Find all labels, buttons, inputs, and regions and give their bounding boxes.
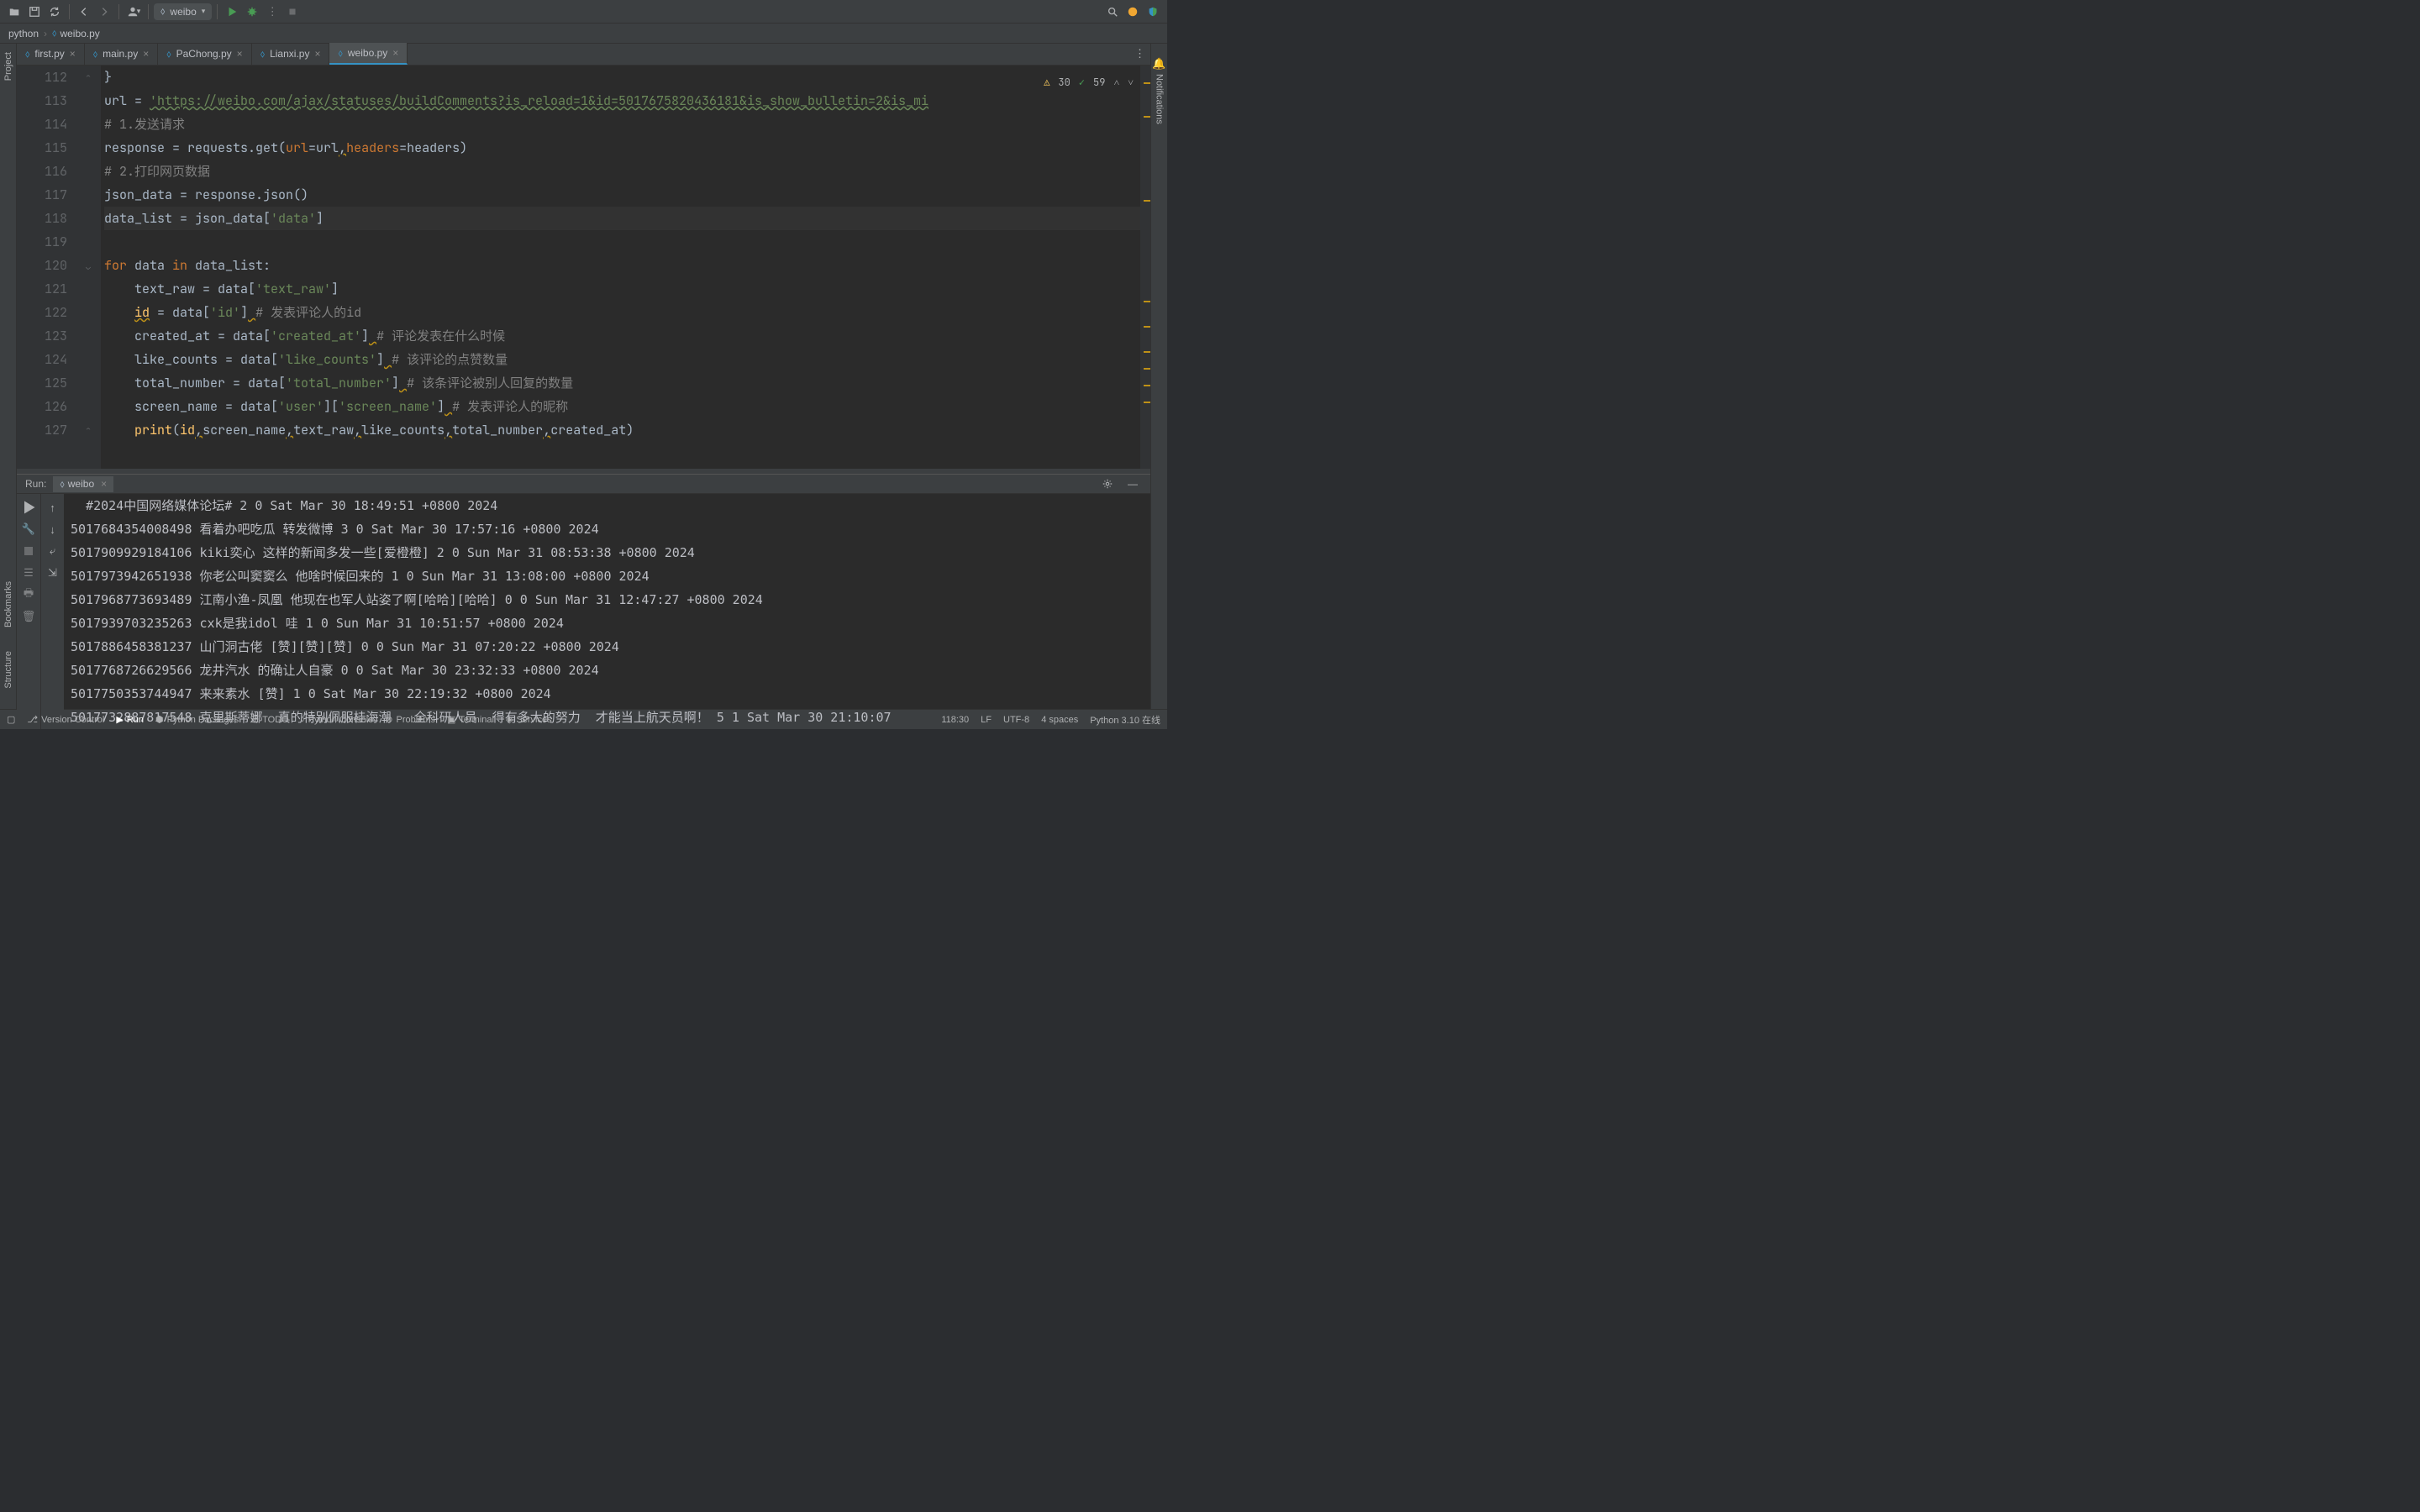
debug-icon[interactable]	[243, 3, 261, 21]
scroll-icon[interactable]: ⇲	[45, 564, 61, 581]
run-title: Run:	[25, 478, 46, 490]
run-config-selector[interactable]: ⬨ weibo ▾	[154, 3, 212, 20]
warning-count: 30	[1058, 71, 1070, 94]
services-button[interactable]: ◈Services	[506, 714, 552, 725]
console-button[interactable]: ⬨Python Console	[301, 714, 374, 725]
close-icon[interactable]: ×	[314, 48, 320, 60]
right-tool-gutter: 🔔 Notifications	[1150, 44, 1167, 709]
list-icon: ☰	[250, 714, 259, 725]
warning-icon: ⊘	[385, 714, 392, 725]
branch-icon: ⎇	[27, 714, 38, 725]
editor-tabs: ⬨first.py× ⬨main.py× ⬨PaChong.py× ⬨Lianx…	[17, 44, 1150, 66]
breadcrumb-sep-icon: ›	[44, 28, 47, 39]
run-config-label: weibo	[170, 6, 196, 18]
fold-up-icon[interactable]: ⌃	[86, 418, 91, 442]
gear-icon[interactable]	[1098, 475, 1117, 493]
close-icon[interactable]: ×	[143, 48, 149, 60]
inspection-widget[interactable]: ⚠ 30 ✓ 59 ˄ ˅	[1044, 71, 1134, 94]
project-tool-button[interactable]: Project	[3, 49, 13, 84]
fold-column: ⌃ ⌄ ⌃	[84, 66, 101, 469]
user-icon[interactable]: ▾	[124, 3, 143, 21]
main-toolbar: ▾ ⬨ weibo ▾ ⋮	[0, 0, 1167, 24]
tabs-more-icon[interactable]: ⋮	[1134, 47, 1145, 60]
error-stripe[interactable]	[1140, 66, 1150, 469]
run-tools-left: 🔧 ☰ 🖶 🗑	[17, 494, 40, 729]
run-tab[interactable]: ⬨ weibo ×	[53, 476, 113, 492]
breadcrumb-root[interactable]: python	[8, 28, 39, 39]
status-encoding[interactable]: UTF-8	[1003, 715, 1029, 725]
forward-icon[interactable]	[95, 3, 113, 21]
close-icon[interactable]: ×	[101, 478, 107, 490]
shield-icon[interactable]	[1144, 3, 1162, 21]
bookmarks-tool-button[interactable]: Bookmarks	[3, 578, 13, 631]
python-icon: ⬨	[301, 714, 305, 725]
warning-icon: ⚠	[1044, 71, 1050, 94]
weak-count: 59	[1093, 71, 1105, 94]
run-button[interactable]: ▶Run	[116, 714, 144, 725]
package-icon: ⬢	[155, 714, 164, 725]
problems-button[interactable]: ⊘Problems	[385, 714, 435, 725]
close-icon[interactable]: ×	[70, 48, 76, 60]
fold-up-icon[interactable]: ⌃	[86, 66, 91, 89]
tool-window-icon[interactable]: ▢	[7, 714, 15, 725]
tab-pachong[interactable]: ⬨PaChong.py×	[158, 43, 251, 65]
run-header: Run: ⬨ weibo × —	[17, 475, 1150, 494]
tab-lianxi[interactable]: ⬨Lianxi.py×	[252, 43, 330, 65]
run-tools-nav: ↑ ↓ ⤶ ⇲	[40, 494, 64, 729]
status-sep[interactable]: LF	[981, 715, 992, 725]
terminal-icon: ▣	[447, 714, 455, 725]
wrench-icon[interactable]: 🔧	[20, 521, 37, 538]
close-icon[interactable]: ×	[392, 47, 398, 59]
bell-icon[interactable]: 🔔	[1152, 57, 1165, 71]
todo-button[interactable]: ☰TODO	[250, 714, 288, 725]
stop-run-icon[interactable]	[20, 543, 37, 559]
hide-icon[interactable]: —	[1123, 475, 1142, 493]
search-icon[interactable]	[1103, 3, 1122, 21]
breadcrumb: python › ⬨ weibo.py	[0, 24, 1167, 44]
left-tool-gutter: Project Bookmarks Structure	[0, 44, 17, 709]
refresh-icon[interactable]	[45, 3, 64, 21]
version-control-button[interactable]: ⎇Version Control	[27, 714, 104, 725]
delete-icon[interactable]: 🗑	[20, 608, 37, 625]
up-icon[interactable]: ↑	[45, 499, 61, 516]
down-icon[interactable]: ↓	[45, 521, 61, 538]
structure-tool-button[interactable]: Structure	[3, 648, 13, 692]
breadcrumb-file[interactable]: ⬨ weibo.py	[52, 27, 100, 39]
weak-warning-icon: ✓	[1079, 71, 1085, 94]
run-icon[interactable]	[223, 3, 241, 21]
more-run-icon[interactable]: ⋮	[263, 3, 281, 21]
layout-icon[interactable]: ☰	[20, 564, 37, 581]
close-icon[interactable]: ×	[237, 48, 243, 60]
stop-icon[interactable]	[283, 3, 302, 21]
status-indent[interactable]: 4 spaces	[1041, 715, 1078, 725]
run-output[interactable]: #2024中国网络媒体论坛# 2 0 Sat Mar 30 18:49:51 +…	[64, 494, 1150, 729]
back-icon[interactable]	[75, 3, 93, 21]
notifications-tool-button[interactable]: Notifications	[1155, 71, 1165, 128]
rerun-icon[interactable]	[20, 499, 37, 516]
play-icon: ▶	[116, 714, 123, 725]
tab-main[interactable]: ⬨main.py×	[85, 43, 158, 65]
terminal-button[interactable]: ▣Terminal	[447, 714, 494, 725]
save-icon[interactable]	[25, 3, 44, 21]
ide-avatar-icon[interactable]	[1123, 3, 1142, 21]
tab-first[interactable]: ⬨first.py×	[17, 43, 85, 65]
status-position[interactable]: 118:30	[941, 715, 969, 725]
chevron-down-icon[interactable]: ˅	[1128, 71, 1134, 94]
line-gutter: 1121131141151161171181191201211221231241…	[17, 66, 84, 469]
services-icon: ◈	[506, 714, 513, 725]
code-area[interactable]: }url = 'https://weibo.com/ajax/statuses/…	[101, 66, 1140, 469]
packages-button[interactable]: ⬢Python Packages	[155, 714, 239, 725]
tab-weibo[interactable]: ⬨weibo.py×	[329, 43, 408, 65]
print-icon[interactable]: 🖶	[20, 586, 37, 603]
status-interpreter[interactable]: Python 3.10 在线	[1090, 713, 1160, 727]
wrap-icon[interactable]: ⤶	[45, 543, 61, 559]
open-icon[interactable]	[5, 3, 24, 21]
fold-down-icon[interactable]: ⌄	[86, 255, 91, 279]
chevron-up-icon[interactable]: ˄	[1113, 71, 1119, 94]
code-editor[interactable]: 1121131141151161171181191201211221231241…	[17, 66, 1150, 469]
run-panel: Run: ⬨ weibo × — 🔧 ☰ 🖶 🗑	[17, 474, 1150, 709]
